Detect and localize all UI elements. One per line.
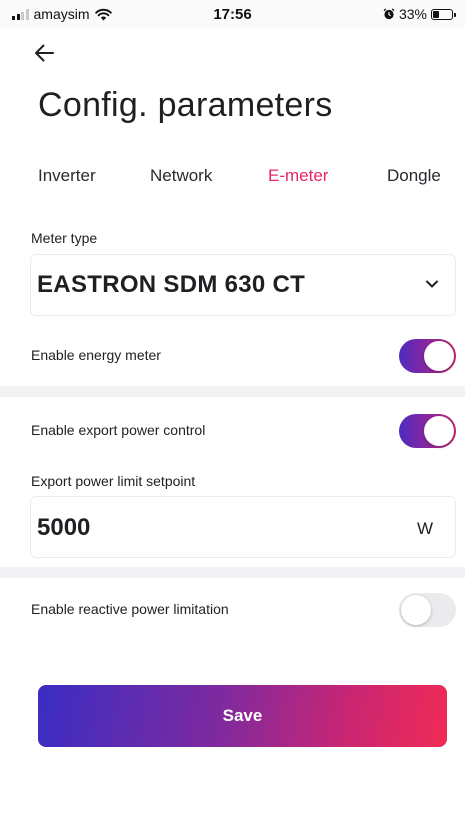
status-bar: amaysim 17:56 33% <box>0 0 465 28</box>
page-title: Config. parameters <box>38 86 333 124</box>
reactive-power-limitation-toggle[interactable] <box>399 593 456 627</box>
export-power-control-toggle[interactable] <box>399 414 456 448</box>
reactive-power-limitation-label: Enable reactive power limitation <box>31 601 229 617</box>
export-power-limit-input[interactable]: 5000 W <box>30 496 456 558</box>
meter-type-select[interactable]: EASTRON SDM 630 CT <box>30 254 456 316</box>
back-button[interactable] <box>34 40 68 66</box>
energy-meter-toggle[interactable] <box>399 339 456 373</box>
battery-icon <box>431 8 456 20</box>
export-power-limit-label: Export power limit setpoint <box>31 473 196 489</box>
export-power-limit-value: 5000 <box>37 514 91 541</box>
tab-dongle[interactable]: Dongle <box>387 166 441 186</box>
arrow-left-icon <box>35 44 54 62</box>
section-divider <box>0 567 465 578</box>
energy-meter-row: Enable energy meter <box>0 336 465 376</box>
export-power-limit-unit: W <box>416 519 433 538</box>
chevron-down-icon <box>426 280 438 288</box>
tab-bar: Inverter Network E-meter Dongle <box>0 166 465 192</box>
alarm-icon <box>383 8 395 20</box>
energy-meter-label: Enable energy meter <box>31 347 161 363</box>
export-power-control-label: Enable export power control <box>31 422 206 438</box>
toggle-knob <box>424 416 454 446</box>
status-right: 33% <box>383 6 456 22</box>
reactive-power-limitation-row: Enable reactive power limitation <box>0 590 465 630</box>
export-power-control-row: Enable export power control <box>0 411 465 451</box>
tab-network[interactable]: Network <box>150 166 212 186</box>
tab-inverter[interactable]: Inverter <box>38 166 96 186</box>
section-divider <box>0 386 465 397</box>
save-button[interactable]: Save <box>38 685 447 747</box>
toggle-knob <box>401 595 431 625</box>
battery-percent: 33% <box>398 6 427 22</box>
toggle-knob <box>424 341 454 371</box>
meter-type-value: EASTRON SDM 630 CT <box>37 271 306 298</box>
battery-fill <box>433 10 439 18</box>
meter-type-label: Meter type <box>31 230 98 246</box>
tab-e-meter[interactable]: E-meter <box>268 166 328 186</box>
